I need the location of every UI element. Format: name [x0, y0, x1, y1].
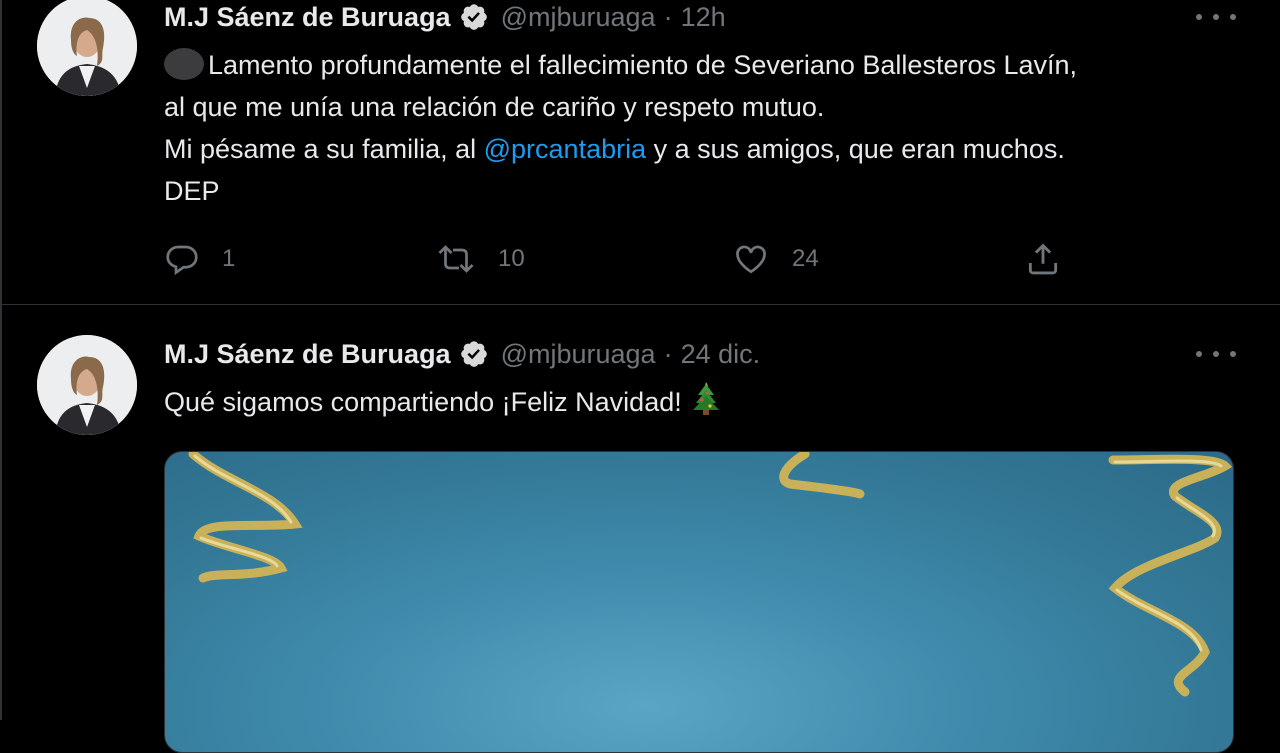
- verified-badge-icon: [460, 341, 487, 367]
- tweet-timestamp[interactable]: 24 dic.: [681, 339, 761, 370]
- tweet-media-image[interactable]: [164, 451, 1234, 753]
- christmas-tree-icon: [692, 382, 719, 415]
- tweet-text-fragment: y a sus amigos, que eran muchos.: [646, 134, 1065, 164]
- retweet-count: 10: [498, 245, 525, 272]
- tweet-timestamp[interactable]: 12h: [681, 2, 726, 33]
- more-options-icon[interactable]: [1196, 7, 1236, 27]
- timeline-border: [0, 0, 2, 304]
- like-button[interactable]: 24: [732, 238, 819, 280]
- tweet-text: Qué sigamos compartiendo ¡Feliz Navidad!: [164, 381, 720, 423]
- author-handle[interactable]: @mjburuaga: [501, 2, 656, 33]
- tweet-text: Lamento profundamente el fallecimiento d…: [164, 44, 1077, 212]
- retweet-icon: [438, 245, 474, 273]
- tweet-text-line: al que me unía una relación de cariño y …: [164, 92, 825, 122]
- black-circle-emoji-icon: [164, 48, 204, 80]
- tweet-text-line: DEP: [164, 176, 220, 206]
- timeline-border: [0, 305, 2, 720]
- author-name[interactable]: M.J Sáenz de Buruaga: [164, 339, 451, 370]
- reply-icon: [166, 245, 198, 276]
- tweet[interactable]: M.J Sáenz de Buruaga @mjburuaga · 12h La…: [0, 0, 1280, 305]
- separator-dot: ·: [663, 338, 673, 369]
- tweet-text-fragment: Mi pésame a su familia, al: [164, 134, 484, 164]
- reply-button[interactable]: 1: [164, 238, 235, 280]
- share-button[interactable]: [1024, 238, 1062, 280]
- author-handle[interactable]: @mjburuaga: [501, 339, 656, 370]
- verified-badge-icon: [460, 4, 487, 30]
- tweet-header: M.J Sáenz de Buruaga @mjburuaga · 12h: [164, 0, 726, 34]
- tweet[interactable]: M.J Sáenz de Buruaga @mjburuaga · 24 dic…: [0, 305, 1280, 753]
- mention-link[interactable]: @prcantabria: [484, 134, 647, 164]
- timeline: M.J Sáenz de Buruaga @mjburuaga · 12h La…: [0, 0, 1280, 753]
- share-icon: [1028, 243, 1058, 275]
- tweet-actions: 1 10 24: [164, 238, 1064, 280]
- avatar[interactable]: [37, 0, 137, 96]
- avatar[interactable]: [37, 335, 137, 435]
- like-count: 24: [792, 245, 819, 272]
- author-name[interactable]: M.J Sáenz de Buruaga: [164, 2, 451, 33]
- tweet-text-line: Qué sigamos compartiendo ¡Feliz Navidad!: [164, 387, 682, 417]
- more-options-icon[interactable]: [1196, 344, 1236, 364]
- streamers-illustration: [188, 452, 1233, 697]
- reply-count: 1: [222, 245, 236, 272]
- retweet-button[interactable]: 10: [436, 238, 525, 280]
- tweet-header: M.J Sáenz de Buruaga @mjburuaga · 24 dic…: [164, 337, 760, 371]
- like-icon: [736, 245, 766, 274]
- tweet-text-line: Lamento profundamente el fallecimiento d…: [208, 50, 1078, 80]
- separator-dot: ·: [663, 1, 673, 32]
